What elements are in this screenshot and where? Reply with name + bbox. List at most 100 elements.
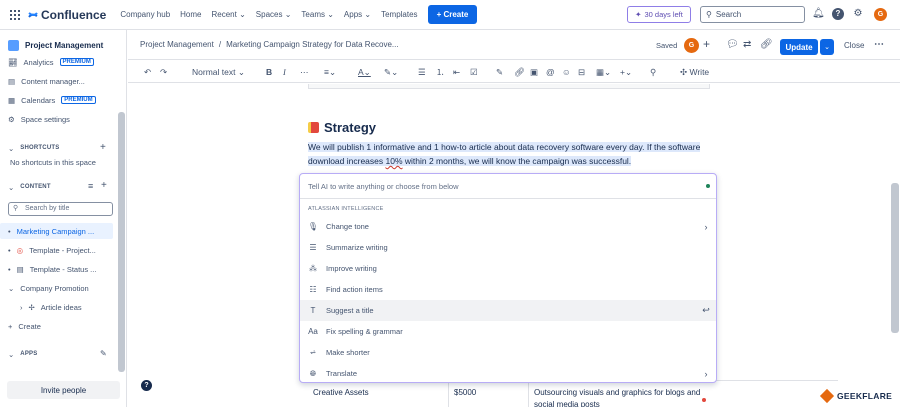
undo-icon[interactable]: ↶ bbox=[144, 66, 151, 78]
ai-item-label: Make shorter bbox=[326, 348, 370, 357]
close-button[interactable]: Close bbox=[844, 41, 864, 50]
nav-teams[interactable]: Teams ⌄ bbox=[301, 10, 334, 19]
sidebar-item-content-manager[interactable]: ▤ Content manager... bbox=[8, 74, 85, 88]
ai-summarize[interactable]: ☰ Summarize writing bbox=[300, 237, 716, 258]
insert-icon[interactable]: +⌄ bbox=[620, 66, 632, 78]
user-avatar[interactable]: G bbox=[874, 8, 887, 21]
search-icon: ⚲ bbox=[706, 10, 712, 19]
add-content-icon[interactable]: + bbox=[101, 180, 107, 191]
share-icon[interactable]: ⇄ bbox=[743, 39, 751, 50]
content-section[interactable]: ⌄ CONTENT bbox=[8, 180, 51, 194]
ai-action-items[interactable]: ☷ Find action items bbox=[300, 279, 716, 300]
space-header[interactable]: Project Management bbox=[8, 38, 103, 52]
tree-item-template-status[interactable]: • ▤ Template - Status ... bbox=[8, 262, 96, 276]
app-switcher-icon[interactable] bbox=[10, 9, 20, 20]
text-style-select[interactable]: Normal text ⌄ bbox=[192, 66, 245, 78]
strategy-paragraph[interactable]: We will publish 1 informative and 1 how-… bbox=[308, 140, 718, 168]
comment-icon[interactable]: 💬︎ bbox=[726, 39, 739, 50]
sidebar-create[interactable]: + Create bbox=[8, 319, 41, 333]
breadcrumb-space[interactable]: Project Management bbox=[140, 40, 214, 49]
table-icon[interactable]: ▦⌄ bbox=[596, 66, 611, 78]
lines-icon: ☰ bbox=[309, 243, 317, 252]
tree-item-template-project[interactable]: • ◎ Template - Project... bbox=[8, 243, 96, 257]
nav-templates[interactable]: Templates bbox=[381, 10, 417, 19]
task-list-icon[interactable]: ☑ bbox=[470, 66, 478, 78]
ai-improve[interactable]: ⁂ Improve writing bbox=[300, 258, 716, 279]
saved-status: Saved bbox=[656, 41, 678, 50]
more-formatting-icon[interactable]: ⋯ bbox=[300, 66, 309, 78]
update-dropdown-button[interactable]: ⌄ bbox=[820, 39, 834, 55]
nav-company-hub[interactable]: Company hub bbox=[120, 10, 170, 19]
chevron-right-icon: › bbox=[704, 221, 708, 232]
code-icon[interactable]: ✎ bbox=[496, 66, 503, 78]
shortcuts-section[interactable]: ⌄ SHORTCUTS bbox=[8, 141, 59, 155]
calendar-icon: ▦ bbox=[8, 95, 16, 105]
ai-change-tone[interactable]: 🎙︎ Change tone › bbox=[300, 216, 716, 237]
add-shortcut-icon[interactable]: + bbox=[100, 142, 106, 153]
mention-icon[interactable]: @ bbox=[546, 66, 555, 78]
search-input[interactable]: ⚲ Search bbox=[700, 6, 805, 23]
sidebar-item-space-settings[interactable]: ⚙ Space settings bbox=[8, 112, 70, 126]
apps-section[interactable]: ⌄ APPS bbox=[8, 347, 37, 361]
emoji-icon[interactable]: ☺ bbox=[562, 66, 571, 78]
breadcrumb-page[interactable]: Marketing Campaign Strategy for Data Rec… bbox=[226, 40, 399, 49]
add-collaborator-icon[interactable]: + bbox=[703, 37, 710, 51]
plus-icon: + bbox=[8, 321, 13, 331]
settings-icon[interactable]: ⚙ bbox=[852, 8, 864, 20]
tree-item-company-promotion[interactable]: ⌄ Company Promotion bbox=[8, 281, 89, 295]
tree-item-label: Company Promotion bbox=[20, 283, 89, 293]
trial-button[interactable]: ✦ 30 days left bbox=[627, 6, 691, 23]
ai-suggest-title[interactable]: T Suggest a title ↩ bbox=[300, 300, 716, 321]
notifications-icon[interactable]: 🔔︎ bbox=[812, 8, 825, 20]
help-icon[interactable]: ? bbox=[832, 8, 844, 20]
budget-table: Creative Assets $5000 Outsourcing visual… bbox=[308, 380, 838, 407]
table-cell[interactable]: Creative Assets bbox=[308, 381, 448, 407]
update-button[interactable]: Update bbox=[780, 39, 818, 55]
bold-icon[interactable]: B bbox=[266, 66, 272, 78]
redo-icon[interactable]: ↷ bbox=[160, 66, 167, 78]
ai-fix-spelling[interactable]: Aa Fix spelling & grammar bbox=[300, 321, 716, 342]
ai-translate[interactable]: 🌐︎ Translate › bbox=[300, 363, 716, 384]
filter-icon[interactable]: ≡ bbox=[88, 181, 93, 191]
page-scrollbar[interactable] bbox=[891, 183, 899, 333]
create-button[interactable]: + Create bbox=[427, 5, 478, 24]
geekflare-logo-icon bbox=[819, 388, 835, 404]
numbered-list-icon[interactable]: ⒈ bbox=[436, 66, 445, 78]
highlight-icon[interactable]: ✎⌄ bbox=[384, 66, 398, 78]
tree-item-marketing-campaign[interactable]: • Marketing Campaign ... bbox=[8, 224, 94, 238]
edit-icon[interactable]: ✎ bbox=[100, 349, 107, 358]
nav-home[interactable]: Home bbox=[180, 10, 201, 19]
write-button[interactable]: ✣ Write bbox=[680, 66, 709, 78]
image-icon[interactable]: ▣ bbox=[530, 66, 538, 78]
link-icon[interactable]: 🔗︎ bbox=[514, 66, 525, 78]
help-icon[interactable]: ? bbox=[141, 380, 152, 391]
sidebar-search-input[interactable]: ⚲ Search by title bbox=[8, 202, 113, 216]
text-color-icon[interactable]: A⌄ bbox=[358, 66, 371, 78]
table-cell[interactable]: Outsourcing visuals and graphics for blo… bbox=[528, 381, 708, 407]
align-icon[interactable]: ≡⌄ bbox=[324, 66, 336, 78]
link-icon[interactable]: 🔗︎ bbox=[760, 39, 773, 50]
layout-icon[interactable]: ⊟ bbox=[578, 66, 585, 78]
chevron-down-icon: ⌄ bbox=[8, 182, 15, 192]
tree-item-article-ideas[interactable]: › ✢ Article ideas bbox=[20, 300, 82, 314]
nav-recent[interactable]: Recent ⌄ bbox=[212, 10, 246, 19]
sidebar-item-calendars[interactable]: ▦ Calendars PREMIUM bbox=[8, 93, 96, 107]
section-heading[interactable]: Strategy bbox=[308, 120, 376, 135]
ai-prompt-input[interactable]: Tell AI to write anything or choose from… bbox=[300, 174, 716, 199]
ai-make-shorter[interactable]: ⩫ Make shorter bbox=[300, 342, 716, 363]
invite-people-button[interactable]: Invite people bbox=[7, 381, 120, 399]
sidebar-item-label: Calendars bbox=[21, 95, 56, 105]
nav-apps[interactable]: Apps ⌄ bbox=[344, 10, 371, 19]
nav-spaces[interactable]: Spaces ⌄ bbox=[256, 10, 292, 19]
more-icon[interactable]: ⋯ bbox=[874, 39, 884, 50]
collaborator-avatar[interactable]: G bbox=[684, 38, 699, 53]
sidebar-item-analytics[interactable]: 📈︎ Analytics PREMIUM bbox=[8, 55, 94, 69]
sidebar-scrollbar[interactable] bbox=[118, 112, 125, 372]
outdent-icon[interactable]: ⇤ bbox=[453, 66, 460, 78]
find-icon[interactable]: ⚲ bbox=[650, 66, 656, 78]
bullet-list-icon[interactable]: ☰ bbox=[418, 66, 426, 78]
italic-icon[interactable]: I bbox=[283, 66, 286, 78]
confluence-logo[interactable]: Confluence bbox=[28, 8, 106, 22]
target-icon: ◎ bbox=[16, 245, 24, 255]
table-cell[interactable]: $5000 bbox=[448, 381, 528, 407]
